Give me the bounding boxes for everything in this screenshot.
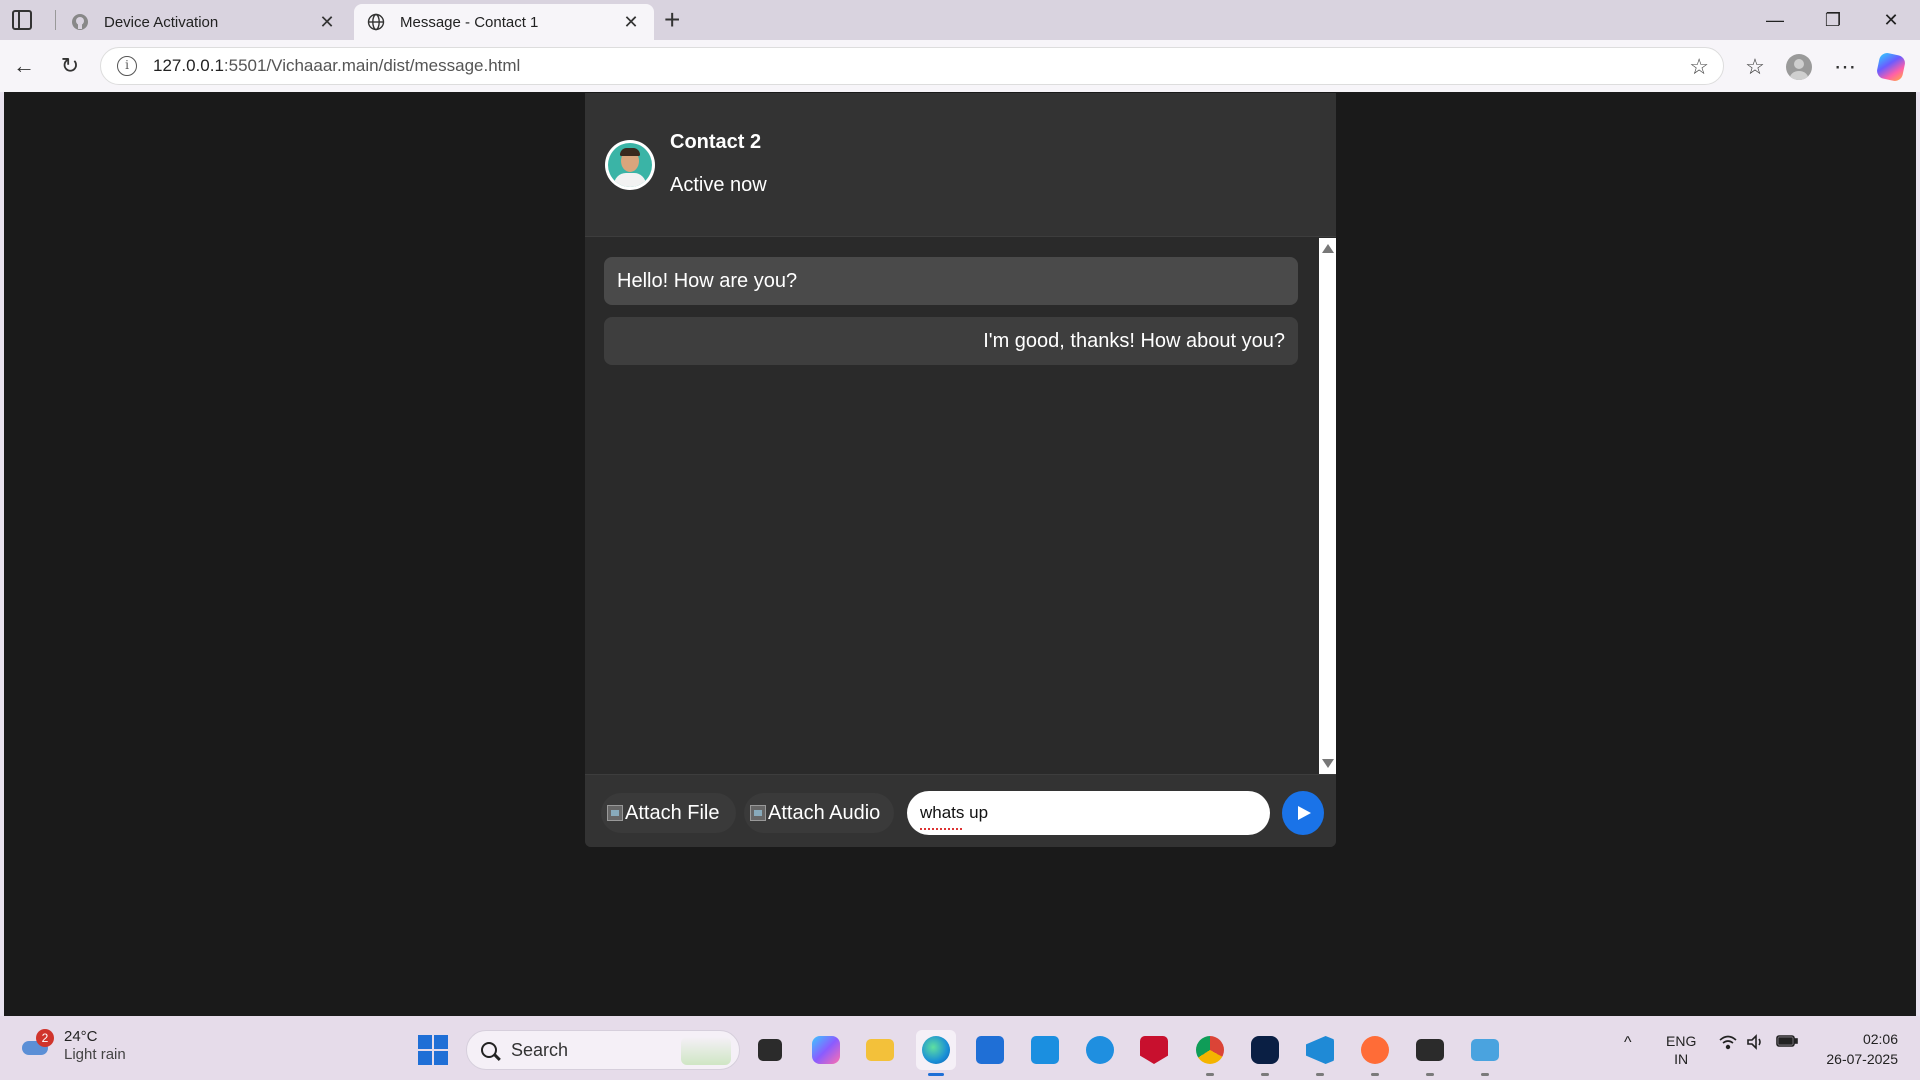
help-icon[interactable] xyxy=(1080,1030,1120,1070)
wifi-icon[interactable] xyxy=(1718,1034,1738,1054)
lang-region: IN xyxy=(1674,1051,1689,1067)
message-composer: Attach File Attach Audio xyxy=(585,774,1336,847)
scroll-up-icon[interactable] xyxy=(1322,244,1334,253)
tab-device-activation[interactable]: Device Activation ✕ xyxy=(58,4,350,40)
favorite-star-icon[interactable]: ☆ xyxy=(1689,54,1709,80)
attach-file-label: Attach File xyxy=(625,802,720,824)
tab-close-icon[interactable]: ✕ xyxy=(620,12,642,33)
url-path: :5501/Vichaaar.main/dist/message.html xyxy=(223,56,521,75)
spellcheck-underline xyxy=(920,826,962,830)
search-highlight-image xyxy=(681,1037,731,1065)
weather-widget[interactable]: 2 24°C Light rain xyxy=(20,1028,126,1064)
send-button[interactable] xyxy=(1282,791,1324,835)
attach-file-button[interactable]: Attach File xyxy=(601,793,736,833)
tab-title: Message - Contact 1 xyxy=(400,13,539,31)
lang-code: ENG xyxy=(1666,1033,1697,1049)
tab-strip: Device Activation ✕ Message - Contact 1 … xyxy=(0,0,1920,40)
webex-icon[interactable] xyxy=(1245,1030,1285,1076)
globe-icon xyxy=(366,12,386,32)
weather-desc: Light rain xyxy=(64,1046,126,1063)
send-icon xyxy=(1298,806,1311,820)
system-clock[interactable]: 02:06 26-07-2025 xyxy=(1818,1029,1898,1069)
tab-title: Device Activation xyxy=(104,13,219,31)
terminal-icon[interactable] xyxy=(1410,1030,1450,1076)
attach-audio-icon xyxy=(750,805,766,821)
message-list: Hello! How are you? I'm good, thanks! Ho… xyxy=(585,238,1318,774)
browser-toolbar: ← ↻ i 127.0.0.1:5501/Vichaaar.main/dist/… xyxy=(0,40,1920,92)
more-options-icon[interactable]: ⋯ xyxy=(1830,52,1860,82)
weather-badge: 2 xyxy=(36,1029,54,1047)
weather-temp: 24°C xyxy=(64,1028,98,1045)
battery-icon[interactable] xyxy=(1776,1034,1798,1052)
address-bar[interactable]: i 127.0.0.1:5501/Vichaaar.main/dist/mess… xyxy=(100,47,1724,85)
vscode-icon[interactable] xyxy=(1300,1030,1340,1076)
restore-icon[interactable]: ❐ xyxy=(1808,6,1858,34)
clock-time: 02:06 xyxy=(1862,1031,1898,1047)
close-window-icon[interactable]: ✕ xyxy=(1866,6,1916,34)
message-received: Hello! How are you? xyxy=(604,257,1298,305)
tab-close-icon[interactable]: ✕ xyxy=(316,12,338,33)
copilot-icon[interactable] xyxy=(1875,51,1907,83)
site-info-icon[interactable]: i xyxy=(117,56,137,76)
scroll-down-icon[interactable] xyxy=(1322,759,1334,768)
attach-audio-label: Attach Audio xyxy=(768,802,881,824)
chrome-icon[interactable] xyxy=(1190,1030,1230,1076)
chat-header: Contact 2 Active now xyxy=(585,93,1336,237)
contact-avatar xyxy=(605,140,655,190)
url-host: 127.0.0.1 xyxy=(153,56,224,75)
github-icon xyxy=(70,12,90,32)
search-icon xyxy=(481,1042,497,1058)
page-viewport: Contact 2 Active now Hello! How are you?… xyxy=(4,92,1916,1016)
minimize-icon[interactable]: — xyxy=(1750,6,1800,34)
reload-icon[interactable]: ↻ xyxy=(54,50,86,82)
sidebar-toggle-icon[interactable] xyxy=(12,10,32,30)
edge-icon[interactable] xyxy=(916,1030,956,1076)
taskbar-search[interactable]: Search xyxy=(466,1030,740,1070)
mcafee-icon[interactable] xyxy=(1134,1030,1174,1070)
clock-date: 26-07-2025 xyxy=(1826,1051,1898,1067)
message-scrollbar[interactable] xyxy=(1319,238,1336,774)
file-explorer-icon[interactable] xyxy=(750,1030,790,1070)
control-panel-icon[interactable] xyxy=(1465,1030,1505,1076)
contact-status: Active now xyxy=(670,174,767,196)
taskbar: 2 24°C Light rain Search ^ ENG IN 02:06 … xyxy=(0,1016,1920,1080)
message-sent: I'm good, thanks! How about you? xyxy=(604,317,1298,365)
tab-divider xyxy=(55,10,56,30)
weather-rain-icon: 2 xyxy=(20,1029,54,1061)
profile-icon[interactable] xyxy=(1784,52,1814,82)
chat-window: Contact 2 Active now Hello! How are you?… xyxy=(585,93,1336,847)
attach-audio-button[interactable]: Attach Audio xyxy=(744,793,894,833)
contact-name: Contact 2 xyxy=(670,131,762,153)
attach-file-icon xyxy=(607,805,623,821)
copilot-app-icon[interactable] xyxy=(806,1030,846,1070)
back-icon[interactable]: ← xyxy=(8,50,40,82)
language-indicator[interactable]: ENG IN xyxy=(1666,1032,1696,1068)
tab-message-contact[interactable]: Message - Contact 1 ✕ xyxy=(354,4,654,40)
postman-icon[interactable] xyxy=(1355,1030,1395,1076)
search-label: Search xyxy=(511,1039,569,1060)
store-icon[interactable] xyxy=(970,1030,1010,1070)
new-tab-icon[interactable]: + xyxy=(664,6,680,34)
favorites-icon[interactable]: ☆ xyxy=(1740,52,1770,82)
myhp-icon[interactable] xyxy=(1025,1030,1065,1070)
show-hidden-icons[interactable]: ^ xyxy=(1624,1034,1632,1052)
volume-icon[interactable] xyxy=(1746,1034,1766,1054)
folder-icon[interactable] xyxy=(860,1030,900,1070)
windows-start-icon[interactable] xyxy=(418,1035,448,1065)
